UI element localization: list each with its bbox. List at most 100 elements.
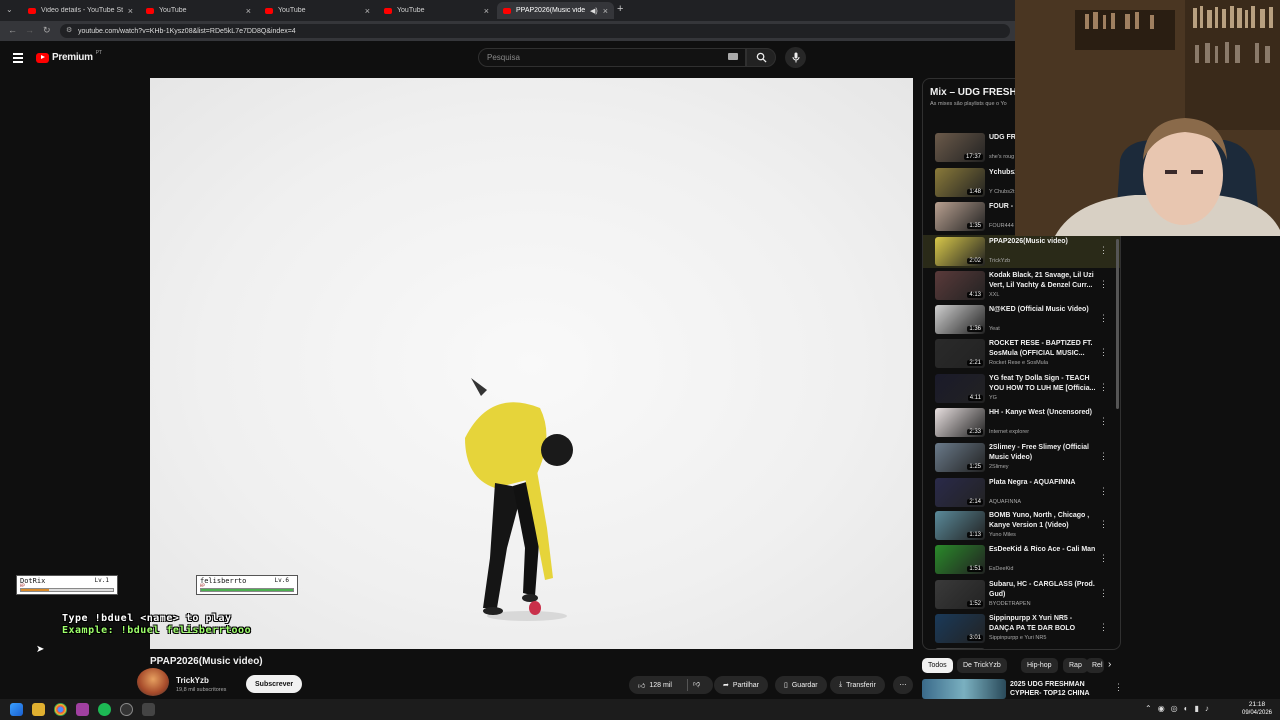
video-thumbnail[interactable]: 1:48 (935, 168, 985, 197)
reload-icon[interactable]: ↻ (43, 25, 51, 36)
more-vertical-icon[interactable]: ⋮ (1099, 553, 1108, 564)
close-icon[interactable]: × (246, 6, 251, 16)
filter-chip-hiphop[interactable]: Hip-hop (1021, 658, 1058, 673)
tab-youtube-3[interactable]: YouTube × (378, 2, 495, 19)
video-thumbnail[interactable]: 4:13 (935, 271, 985, 300)
playlist-item-title[interactable]: N@KED (Official Music Video) (989, 305, 1097, 315)
playlist-item[interactable]: 3:01 Sippinpurpp X Yuri NR5 - DANÇA PA TE… (923, 612, 1120, 645)
voice-search-button[interactable] (785, 47, 806, 68)
like-icon[interactable]: 👍︎ (638, 681, 645, 690)
download-button[interactable]: ⤓ Transferir (830, 676, 885, 694)
video-thumbnail[interactable] (935, 648, 985, 649)
playlist-item-title[interactable]: Sippinpurpp X Yuri NR5 - DANÇA PA TE DAR… (989, 614, 1097, 634)
filter-chip-channel[interactable]: De TrickYzb (957, 658, 1007, 673)
playlist-scrollbar[interactable] (1116, 239, 1119, 409)
search-button[interactable] (746, 48, 776, 67)
subscribe-button[interactable]: Subscrever (246, 675, 303, 693)
playlist-item[interactable]: 1:25 2Slimey - Free Slimey (Official Musi… (923, 441, 1120, 474)
share-button[interactable]: ➦ Partilhar (714, 676, 768, 694)
video-thumbnail[interactable]: 2:21 (935, 339, 985, 368)
playlist-item-title[interactable]: YG feat Ty Dolla Sign - TEACH YOU HOW TO… (989, 374, 1097, 394)
video-thumbnail[interactable]: 1:52 (935, 580, 985, 609)
playlist-item-title[interactable]: 2Slimey - Free Slimey (Official Music Vi… (989, 443, 1097, 463)
obs-icon[interactable] (120, 703, 133, 716)
more-vertical-icon[interactable]: ⋮ (1099, 313, 1108, 324)
forward-icon[interactable]: → (25, 25, 34, 35)
save-button[interactable]: ▯ Guardar (775, 676, 827, 694)
chrome-icon[interactable] (54, 703, 67, 716)
search-input[interactable]: Pesquisa (478, 48, 746, 67)
more-vertical-icon[interactable]: ⋮ (1114, 682, 1123, 693)
more-vertical-icon[interactable]: ⋮ (1099, 451, 1108, 462)
video-thumbnail[interactable]: 17:37 (935, 133, 985, 162)
tab-studio[interactable]: Video details - YouTube Studio × (22, 2, 139, 19)
tab-youtube-1[interactable]: YouTube × (140, 2, 257, 19)
video-thumbnail[interactable]: 3:01 (935, 614, 985, 643)
clock-time[interactable]: 21:18 (1240, 701, 1274, 708)
playlist-item-title[interactable]: HH - Kanye West (Uncensored) (989, 408, 1097, 418)
file-explorer-icon[interactable] (32, 703, 45, 716)
playlist-item-title[interactable]: Plata Negra - AQUAFINNA (989, 478, 1097, 488)
playlist-item[interactable]: 4:11 YG feat Ty Dolla Sign - TEACH YOU HO… (923, 372, 1120, 405)
playlist-item[interactable]: 4:13 Kodak Black, 21 Savage, Lil Uzi Vert… (923, 269, 1120, 302)
chevron-right-icon[interactable]: › (1108, 659, 1111, 670)
video-player[interactable] (150, 78, 913, 649)
playlist-item-title[interactable]: FOUR x PK - "FOUR K" (Offici (989, 648, 1097, 649)
twitch-icon[interactable] (76, 703, 89, 716)
close-icon[interactable]: × (603, 6, 608, 16)
video-thumbnail[interactable]: 2:33 (935, 408, 985, 437)
site-info-icon[interactable]: ⚙ (66, 26, 72, 34)
filter-chip-rap[interactable]: Rap (1063, 658, 1088, 673)
speaker-icon[interactable]: ◀) (590, 7, 598, 15)
tab-list-chevron-icon[interactable]: ⌄ (6, 5, 13, 14)
more-vertical-icon[interactable]: ⋮ (1099, 382, 1108, 393)
video-thumbnail[interactable]: 2:02 (935, 237, 985, 266)
playlist-item[interactable]: 1:13 BOMB Yuno, North , Chicago , Kanye V… (923, 509, 1120, 542)
playlist-item[interactable]: FOUR x PK - "FOUR K" (Offici (923, 646, 1120, 649)
playlist-item-title[interactable]: EsDeeKid & Rico Ace - Cali Man (989, 545, 1097, 555)
playlist-item[interactable]: 2:14 Plata Negra - AQUAFINNA AQUAFINNA ⋮ (923, 476, 1120, 509)
like-count[interactable]: 128 mil (649, 682, 672, 689)
playlist-item[interactable]: 1:51 EsDeeKid & Rico Ace - Cali Man EsDeeK… (923, 543, 1120, 576)
playlist-item-title[interactable]: BOMB Yuno, North , Chicago , Kanye Versi… (989, 511, 1097, 531)
start-icon[interactable] (10, 703, 23, 716)
more-vertical-icon[interactable]: ⋮ (1099, 416, 1108, 427)
playlist-item[interactable]: 2:21 ROCKET RESE - BAPTIZED FT. SosMula (… (923, 337, 1120, 370)
new-tab-button[interactable]: + (617, 3, 623, 15)
filter-chip-more[interactable]: Rel (1086, 658, 1104, 673)
close-icon[interactable]: × (365, 6, 370, 16)
close-icon[interactable]: × (128, 6, 133, 16)
app-icon[interactable] (142, 703, 155, 716)
more-vertical-icon[interactable]: ⋮ (1099, 279, 1108, 290)
more-vertical-icon[interactable]: ⋮ (1099, 347, 1108, 358)
more-vertical-icon[interactable]: ⋮ (1099, 486, 1108, 497)
spotify-icon[interactable] (98, 703, 111, 716)
system-tray-icons[interactable]: ⌃◉◎◐▮♪ (1145, 704, 1215, 713)
close-icon[interactable]: × (484, 6, 489, 16)
more-vertical-icon[interactable]: ⋮ (1099, 519, 1108, 530)
tab-current[interactable]: PPAP2026(Music video) - Y ◀) × (497, 2, 614, 19)
recommended-title[interactable]: 2025 UDG FRESHMAN CYPHER- TOP12 CHINA (1010, 680, 1108, 699)
video-thumbnail[interactable]: 1:25 (935, 443, 985, 472)
more-actions-button[interactable]: ⋯ (893, 676, 913, 694)
tab-youtube-2[interactable]: YouTube × (259, 2, 376, 19)
playlist-item[interactable]: 2:33 HH - Kanye West (Uncensored) Internet… (923, 406, 1120, 439)
playlist-item[interactable]: 1:36 N@KED (Official Music Video) Yeat ⋮ (923, 303, 1120, 336)
playlist-item[interactable]: 2:02 PPAP2026(Music video) TrickYzb ⋮ (923, 235, 1120, 268)
playlist-item-title[interactable]: Kodak Black, 21 Savage, Lil Uzi Vert, Li… (989, 271, 1097, 291)
playlist-item-title[interactable]: Subaru, HC - CARGLASS (Prod. Gud) (989, 580, 1097, 600)
keyboard-icon[interactable] (728, 53, 738, 60)
video-thumbnail[interactable]: 1:36 (935, 305, 985, 334)
playlist-item-title[interactable]: ROCKET RESE - BAPTIZED FT. SosMula (OFFI… (989, 339, 1097, 359)
filter-chip-all[interactable]: Todos (922, 658, 953, 673)
youtube-premium-logo[interactable]: Premium PT (36, 50, 102, 63)
back-icon[interactable]: ← (8, 25, 17, 35)
menu-icon[interactable] (13, 53, 23, 63)
playlist-item[interactable]: 1:52 Subaru, HC - CARGLASS (Prod. Gud) BYO… (923, 578, 1120, 611)
url-bar[interactable]: ⚙ youtube.com/watch?v=KHb-1Kysz08&list=R… (60, 24, 1010, 38)
recommended-thumbnail[interactable] (922, 679, 1006, 699)
video-thumbnail[interactable]: 2:14 (935, 478, 985, 507)
dislike-icon[interactable]: 👎︎ (693, 679, 700, 688)
channel-avatar[interactable] (137, 668, 169, 696)
video-thumbnail[interactable]: 4:11 (935, 374, 985, 403)
